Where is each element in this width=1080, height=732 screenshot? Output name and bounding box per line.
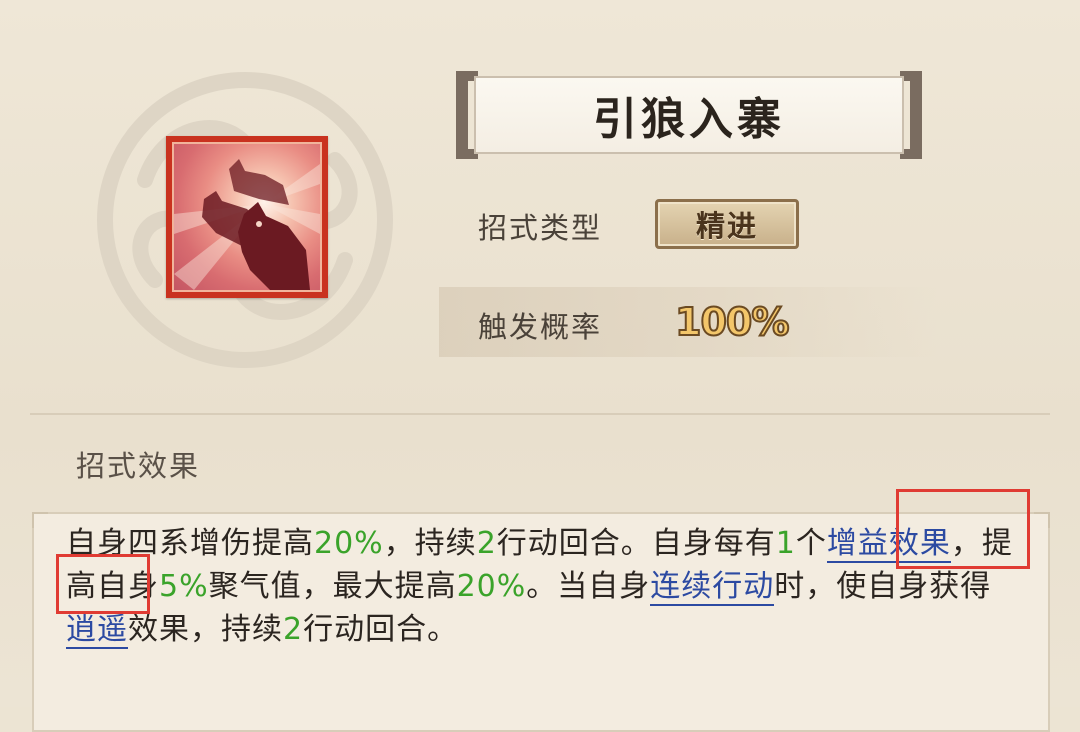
corner-ornament [32,512,48,528]
skill-type-value: 精进 [695,209,758,243]
effect-keyword-link[interactable]: 逍遥 [66,612,128,649]
bracket-left-ornament [456,71,478,159]
skill-name: 引狼入寨 [593,94,785,145]
effect-number: 2 [283,612,304,647]
effect-keyword-link[interactable]: 增益效果 [826,526,951,563]
effect-description-text: 自身四系增伤提高20%，持续2行动回合。自身每有1个增益效果，提高自身5%聚气值… [66,522,1016,651]
effect-number: 20% [456,569,527,604]
effect-text-segment: 聚气值，最大提高 [208,569,457,604]
skill-type-badge: 精进 [655,199,799,249]
trigger-probability-label: 触发概率 [478,310,603,344]
effect-text-segment: 个 [795,526,827,561]
effect-text-segment: ，持续 [383,526,477,561]
skill-type-label: 招式类型 [478,211,603,245]
section-divider [30,413,1050,415]
effect-section-title: 招式效果 [76,449,201,483]
effect-text-segment: 行动回合。 [303,612,459,647]
effect-text-segment: 行动回合。自身每有 [496,526,776,561]
skill-title-plate: 引狼入寨 [456,71,922,159]
effect-number: 2 [476,526,497,561]
effect-number: 20% [314,526,384,561]
effect-number: 5% [159,569,209,604]
trigger-probability-value: 100% [674,299,790,345]
effect-text-segment: 自身四系增伤提高 [66,526,314,561]
effect-text-segment: 效果，持续 [128,612,283,647]
wolf-pack-icon [172,142,322,292]
effect-keyword-link[interactable]: 连续行动 [650,569,775,606]
effect-text-segment: 。当自身 [526,569,651,604]
skill-icon[interactable] [166,136,328,298]
effect-number: 1 [775,526,796,561]
corner-ornament [1034,512,1050,528]
effect-text-segment: 时，使自身获得 [774,569,992,604]
bracket-right-ornament [900,71,922,159]
